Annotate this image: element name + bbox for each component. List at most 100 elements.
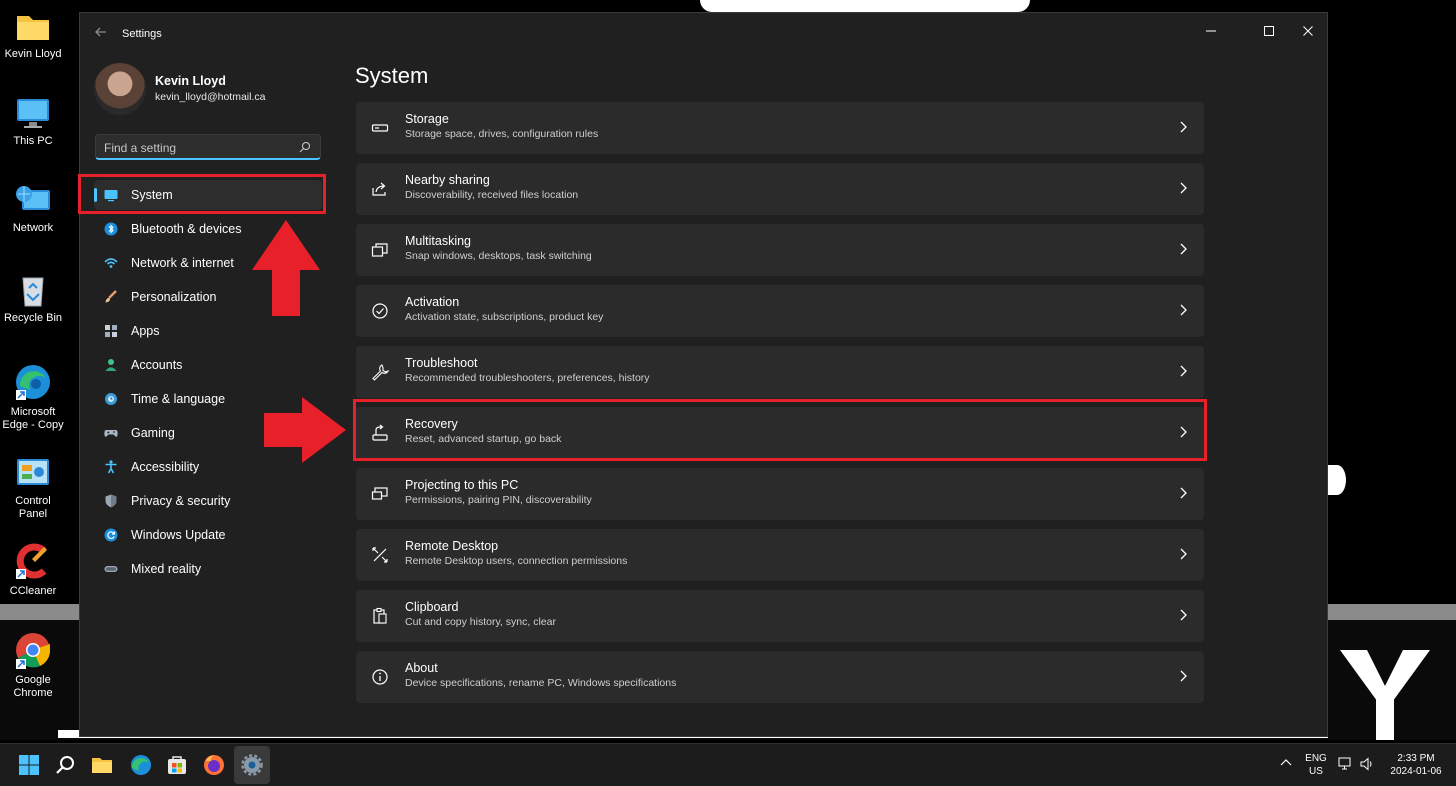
bluetooth-icon xyxy=(104,222,118,236)
setting-card-remote-desktop[interactable]: Remote Desktop Remote Desktop users, con… xyxy=(356,529,1204,581)
globe-clock-icon xyxy=(104,392,118,406)
sidebar-item-label: Time & language xyxy=(131,392,226,406)
chevron-right-icon xyxy=(1178,364,1188,378)
control-panel-icon xyxy=(14,457,52,491)
sidebar-item-label: Accessibility xyxy=(131,460,200,474)
storage-icon xyxy=(371,119,389,137)
desktop-icon-chrome[interactable]: Google Chrome xyxy=(0,630,66,700)
projecting-icon xyxy=(371,485,389,503)
chevron-right-icon xyxy=(1178,303,1188,317)
setting-card-storage[interactable]: Storage Storage space, drives, configura… xyxy=(356,102,1204,154)
setting-card-nearby-sharing[interactable]: Nearby sharing Discoverability, received… xyxy=(356,163,1204,215)
date-label: 2024-01-06 xyxy=(1390,766,1442,777)
folder-icon xyxy=(14,10,52,44)
sidebar-item-label: Gaming xyxy=(131,426,175,440)
chevron-right-icon xyxy=(1178,120,1188,134)
taskbar: ENG US 2:33 PM 2024-01-06 xyxy=(0,743,1456,786)
desktop-icon-kevin-lloyd[interactable]: Kevin Lloyd xyxy=(0,10,66,61)
network-status-icon[interactable] xyxy=(1338,756,1354,772)
user-name: Kevin Lloyd xyxy=(155,74,226,88)
sidebar-item-label: Accounts xyxy=(131,358,183,372)
sidebar-item-apps[interactable]: Apps xyxy=(94,316,322,346)
card-title: Clipboard xyxy=(405,600,459,614)
store-icon[interactable] xyxy=(165,753,189,777)
card-subtitle: Device specifications, rename PC, Window… xyxy=(405,677,677,689)
volume-icon[interactable] xyxy=(1359,756,1375,772)
desktop-icon-label: Kevin Lloyd xyxy=(4,48,62,60)
card-subtitle: Storage space, drives, configuration rul… xyxy=(405,128,599,140)
user-email: kevin_lloyd@hotmail.ca xyxy=(155,91,266,103)
update-icon xyxy=(104,528,118,542)
language-code: ENG xyxy=(1305,753,1327,764)
search-input[interactable] xyxy=(102,139,296,157)
desktop-icon-this-pc[interactable]: This PC xyxy=(0,97,66,148)
setting-card-troubleshoot[interactable]: Troubleshoot Recommended troubleshooters… xyxy=(356,346,1204,398)
sidebar-item-label: Privacy & security xyxy=(131,494,231,508)
accessibility-icon xyxy=(104,460,118,474)
desktop-icon-edge-copy[interactable]: Microsoft Edge - Copy xyxy=(0,362,66,432)
edge-icon[interactable] xyxy=(129,753,153,777)
info-icon xyxy=(371,668,389,686)
accounts-icon xyxy=(104,358,118,372)
card-title: About xyxy=(405,661,438,675)
wrench-icon xyxy=(371,363,390,381)
sidebar-item-accounts[interactable]: Accounts xyxy=(94,350,322,380)
controller-icon xyxy=(104,426,118,440)
chevron-right-icon xyxy=(1178,547,1188,561)
card-subtitle: Discoverability, received files location xyxy=(405,189,579,201)
minimize-icon[interactable] xyxy=(1192,19,1230,47)
settings-gear-icon[interactable] xyxy=(240,753,264,777)
card-subtitle: Remote Desktop users, connection permiss… xyxy=(405,555,628,567)
maximize-icon[interactable] xyxy=(1250,19,1288,47)
sidebar-item-label: Network & internet xyxy=(131,256,234,270)
page-title: System xyxy=(355,63,429,88)
desktop-icon-control-panel[interactable]: Control Panel xyxy=(0,457,66,521)
sidebar-item-label: Mixed reality xyxy=(131,562,202,576)
desktop-icon-label: Control Panel xyxy=(15,495,51,520)
title-bar: Settings xyxy=(80,13,1327,53)
chevron-right-icon xyxy=(1178,669,1188,683)
firefox-icon[interactable] xyxy=(202,753,226,777)
window-title: Settings xyxy=(122,28,162,40)
sidebar-item-mixed-reality[interactable]: Mixed reality xyxy=(94,554,322,584)
desktop-icon-ccleaner[interactable]: CCleaner xyxy=(0,543,66,598)
chevron-up-icon[interactable] xyxy=(1278,755,1294,771)
setting-card-about[interactable]: About Device specifications, rename PC, … xyxy=(356,651,1204,703)
desktop-icon-recycle-bin[interactable]: Recycle Bin xyxy=(0,274,66,325)
search-icon[interactable] xyxy=(54,753,78,777)
settings-window: Settings Kevin Lloyd kevin_lloyd@hotmail… xyxy=(79,12,1328,737)
headset-icon xyxy=(104,562,118,576)
clock[interactable]: 2:33 PM 2024-01-06 xyxy=(1384,753,1448,777)
monitor-icon xyxy=(14,97,52,131)
back-arrow-icon[interactable] xyxy=(90,25,112,43)
right-arrow-annotation xyxy=(264,397,346,463)
file-explorer-icon[interactable] xyxy=(90,753,114,777)
card-title: Storage xyxy=(405,112,449,126)
search-box[interactable] xyxy=(95,134,321,160)
share-icon xyxy=(371,180,389,198)
setting-card-clipboard[interactable]: Clipboard Cut and copy history, sync, cl… xyxy=(356,590,1204,642)
desktop-icon-label: Microsoft Edge - Copy xyxy=(2,406,64,431)
card-title: Multitasking xyxy=(405,234,471,248)
close-icon[interactable] xyxy=(1289,19,1327,47)
edge-icon xyxy=(14,362,52,402)
start-icon[interactable] xyxy=(17,753,41,777)
sidebar-item-privacy[interactable]: Privacy & security xyxy=(94,486,322,516)
card-subtitle: Recommended troubleshooters, preferences… xyxy=(405,372,650,384)
setting-card-projecting[interactable]: Projecting to this PC Permissions, pairi… xyxy=(356,468,1204,520)
card-subtitle: Cut and copy history, sync, clear xyxy=(405,616,556,628)
up-arrow-annotation xyxy=(252,220,320,316)
chevron-right-icon xyxy=(1178,608,1188,622)
search-icon[interactable] xyxy=(299,140,311,153)
highlight-box-recovery xyxy=(353,399,1207,461)
language-indicator[interactable]: ENG US xyxy=(1302,753,1330,777)
desktop-icon-network[interactable]: Network xyxy=(0,184,66,235)
sidebar-item-windows-update[interactable]: Windows Update xyxy=(94,520,322,550)
multitasking-icon xyxy=(371,241,389,259)
highlight-box-system xyxy=(78,174,326,214)
network-icon xyxy=(14,184,52,218)
avatar[interactable] xyxy=(94,63,146,115)
setting-card-multitasking[interactable]: Multitasking Snap windows, desktops, tas… xyxy=(356,224,1204,276)
wifi-icon xyxy=(104,256,118,270)
setting-card-activation[interactable]: Activation Activation state, subscriptio… xyxy=(356,285,1204,337)
